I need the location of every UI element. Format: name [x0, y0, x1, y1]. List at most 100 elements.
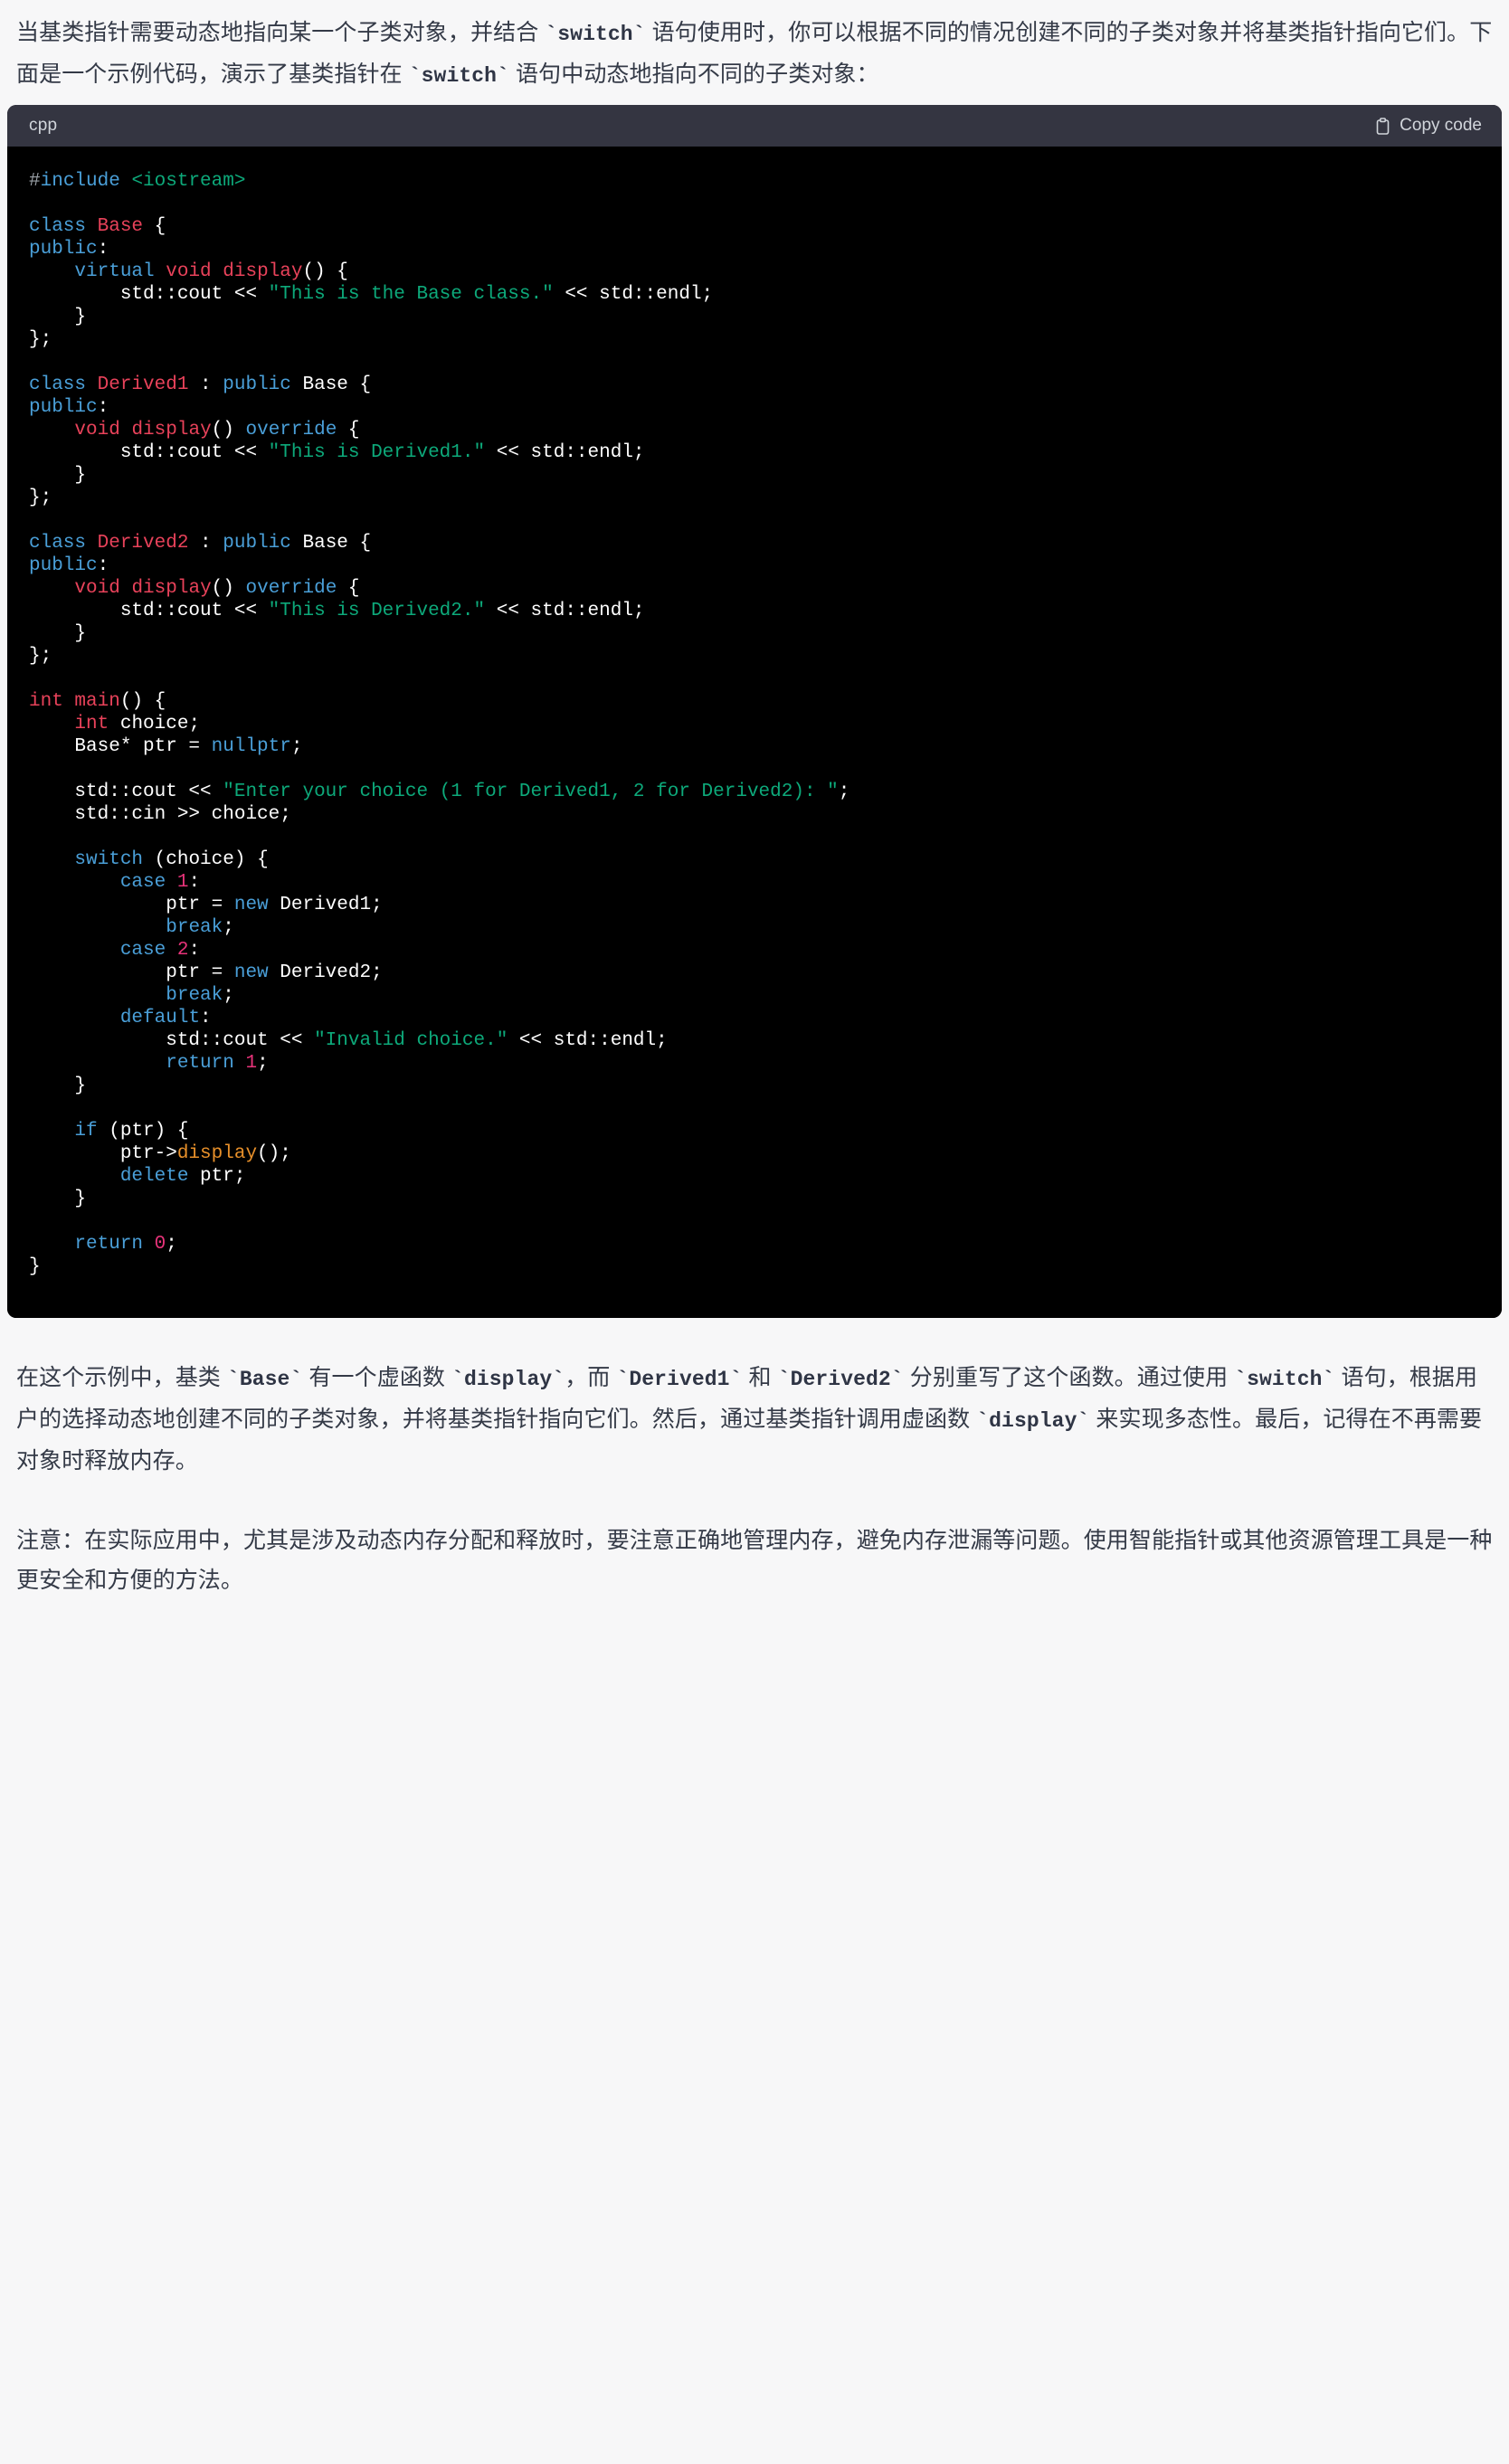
code-token: public: [223, 533, 291, 554]
code-token: include: [40, 171, 120, 192]
code-token: << std::endl;: [485, 442, 645, 463]
code-token: "This is Derived1.": [268, 442, 486, 463]
code-token: break: [166, 985, 223, 1006]
code-token: };: [29, 488, 52, 508]
inline-code: `Derived2`: [777, 1368, 904, 1391]
intro-paragraph: 当基类指针需要动态地指向某一个子类对象，并结合 `switch` 语句使用时，你…: [16, 20, 1493, 88]
code-token: std::cout <<: [29, 284, 269, 305]
code-token: std::cout <<: [29, 442, 269, 463]
code-token: Base {: [290, 533, 372, 554]
code-token: {: [143, 216, 166, 237]
code-token: ;: [223, 985, 234, 1006]
code-token: std::cin >> choice;: [29, 804, 291, 825]
code-token: ptr =: [29, 895, 234, 915]
code-token: Derived2;: [268, 962, 383, 983]
code-token: };: [29, 329, 52, 350]
code-token: int: [74, 714, 109, 734]
code-token: "This is the Base class.": [268, 284, 554, 305]
code-token: "This is Derived2.": [268, 601, 486, 621]
code-token: main: [74, 691, 120, 712]
code-token: Derived1;: [268, 895, 383, 915]
code-token: }: [29, 307, 87, 327]
code-token: 1: [245, 1053, 258, 1074]
code-token: << std::endl;: [508, 1030, 668, 1051]
code-token: public: [29, 397, 98, 418]
code-token: class: [29, 216, 87, 237]
code-token: int: [29, 691, 63, 712]
code-token: Derived1: [97, 374, 189, 395]
code-token: nullptr: [211, 736, 291, 757]
code-token: break: [166, 917, 223, 938]
clipboard-icon: [1375, 117, 1390, 135]
code-token: Base* ptr =: [29, 736, 212, 757]
code-token: ;: [290, 736, 303, 757]
code-token: std::cout <<: [29, 782, 223, 802]
code-token: <iostream>: [131, 171, 246, 192]
code-token: void: [166, 261, 212, 282]
code-token: public: [29, 239, 98, 260]
intro-block: 当基类指针需要动态地指向某一个子类对象，并结合 `switch` 语句使用时，你…: [0, 0, 1509, 105]
code-token: case: [119, 872, 166, 893]
inline-code: `Derived1`: [616, 1368, 743, 1391]
inline-code: `switch`: [545, 23, 646, 46]
code-language-label: cpp: [29, 116, 58, 135]
code-token: virtual: [74, 261, 155, 282]
code-token: << std::endl;: [485, 601, 645, 621]
code-token: :: [200, 1008, 212, 1028]
code-token: void: [74, 578, 120, 599]
code-token: () {: [119, 691, 166, 712]
chat-response-page: 当基类指针需要动态地指向某一个子类对象，并结合 `switch` 语句使用时，你…: [0, 0, 1509, 1600]
code-token: choice;: [109, 714, 201, 734]
code-token: (): [211, 578, 246, 599]
code-token: new: [233, 895, 269, 915]
code-token: :: [97, 397, 109, 418]
code-token: std::cout <<: [29, 601, 269, 621]
code-token: << std::endl;: [553, 284, 714, 305]
inline-code: `display`: [976, 1409, 1090, 1433]
code-token: public: [223, 374, 291, 395]
copy-code-button[interactable]: Copy code: [1375, 116, 1482, 136]
code-token: }: [29, 623, 87, 644]
code-token: if: [74, 1121, 98, 1142]
code-token: (choice) {: [143, 849, 269, 870]
copy-code-label: Copy code: [1400, 116, 1482, 135]
code-token: () {: [302, 261, 348, 282]
code-block-header: cpp Copy code: [7, 105, 1502, 147]
code-token: "Invalid choice.": [314, 1030, 508, 1051]
code-token: new: [233, 962, 269, 983]
code-token: return: [166, 1053, 234, 1074]
code-token: ;: [838, 782, 850, 802]
code-token: };: [29, 646, 52, 667]
code-token: ();: [257, 1143, 291, 1164]
code-token: ;: [257, 1053, 269, 1074]
code-token: }: [29, 1256, 41, 1277]
code-token: }: [29, 1076, 87, 1096]
code-token: std::cout <<: [29, 1030, 315, 1051]
code-token: default: [119, 1008, 201, 1028]
code-token: display: [176, 1143, 258, 1164]
code-token: Derived2: [97, 533, 189, 554]
inline-code: `switch`: [1234, 1368, 1335, 1391]
code-token: case: [119, 940, 166, 961]
code-content[interactable]: #include <iostream> class Base { public:…: [7, 170, 1502, 1278]
